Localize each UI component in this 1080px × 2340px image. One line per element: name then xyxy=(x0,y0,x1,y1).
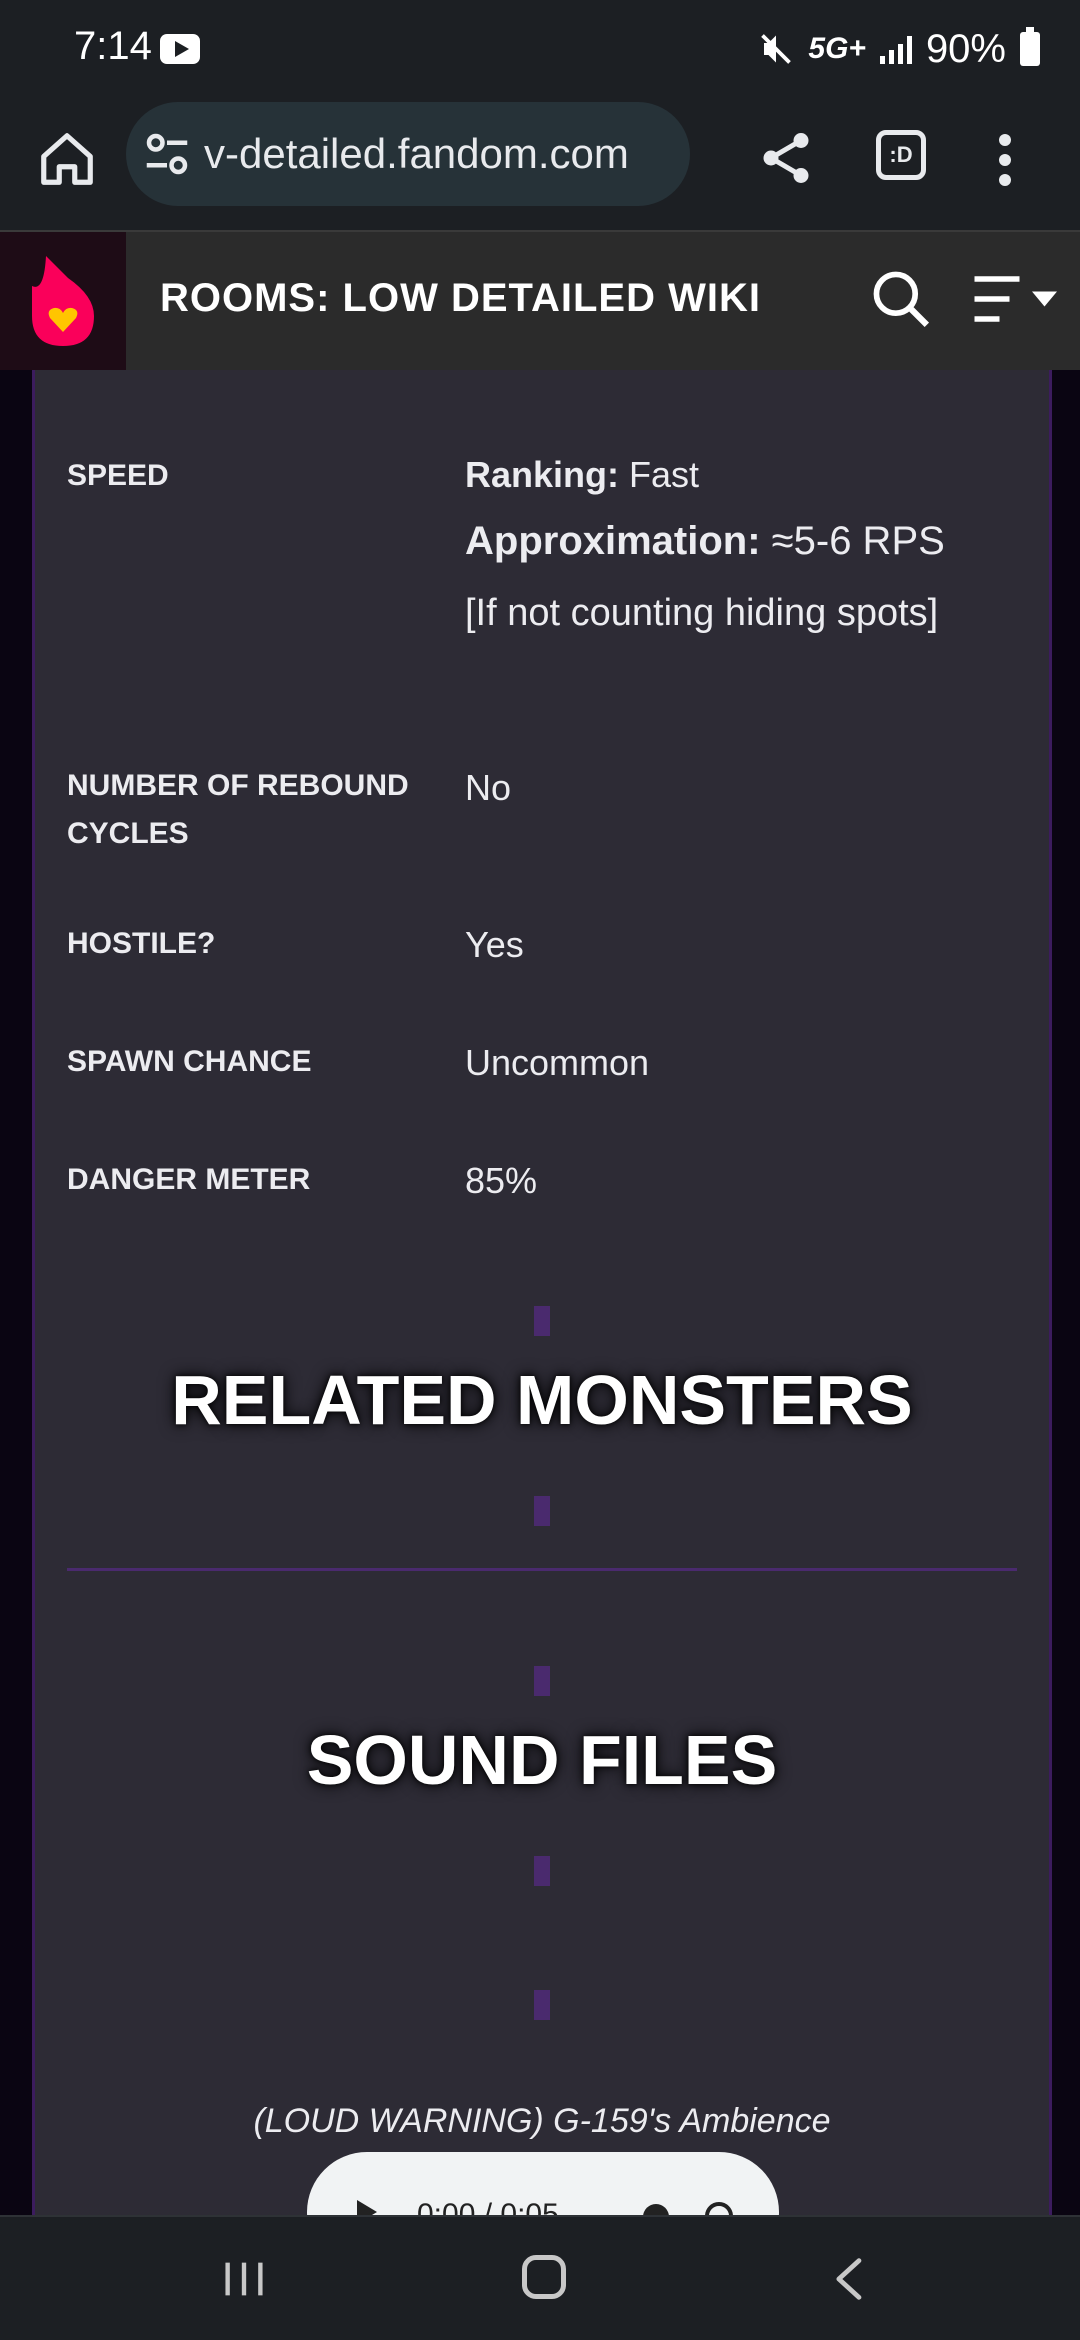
volume-icon[interactable] xyxy=(705,2202,733,2215)
network-type: 5G+ xyxy=(808,32,866,65)
spawn-chance-label: SPAWN CHANCE xyxy=(67,1045,312,1078)
section-decoration xyxy=(534,1990,550,2020)
system-nav-bar xyxy=(0,2215,1080,2340)
wiki-menu-icon[interactable] xyxy=(972,274,1062,324)
section-decoration xyxy=(534,1856,550,1886)
mute-icon xyxy=(761,34,792,64)
rebound-cycles-value: No xyxy=(465,767,512,808)
approximation-label: Approximation: xyxy=(465,519,761,563)
hostile-value: Yes xyxy=(465,924,524,965)
speed-note: [If not counting hiding spots] xyxy=(465,592,939,634)
rebound-cycles-label-line2: CYCLES xyxy=(67,817,189,850)
fandom-logo-link[interactable] xyxy=(0,232,126,370)
audio-progress-thumb[interactable] xyxy=(643,2204,669,2215)
section-decoration xyxy=(534,1666,550,1696)
play-icon[interactable] xyxy=(357,2200,377,2215)
browser-toolbar: v-detailed.fandom.com :D xyxy=(0,100,1080,230)
danger-meter-label: DANGER METER xyxy=(67,1163,311,1196)
sound-files-heading: SOUND FILES xyxy=(306,1721,778,1799)
home-nav-icon[interactable] xyxy=(522,2255,566,2299)
wiki-header: ROOMS: LOW DETAILED WIKI xyxy=(0,230,1080,370)
status-time: 7:14 xyxy=(74,24,152,68)
site-settings-icon[interactable] xyxy=(140,127,194,181)
status-icons: 5G+ 90% xyxy=(758,24,1040,74)
approximation-value: ≈5-6 RPS xyxy=(771,519,945,563)
audio-time: 0:00 / 0:05 xyxy=(417,2198,559,2215)
share-icon[interactable] xyxy=(756,128,816,188)
ranking-label: Ranking: xyxy=(465,454,620,495)
search-icon[interactable] xyxy=(870,268,932,330)
fandom-logo-icon xyxy=(32,256,94,346)
url-bar[interactable]: v-detailed.fandom.com xyxy=(126,102,690,206)
article-content: ' SPEED Ranking: Fast Approximation: ≈5-… xyxy=(32,370,1052,2215)
cut-off-text: ' xyxy=(485,370,493,385)
section-divider xyxy=(67,1568,1017,1571)
speed-label: SPEED xyxy=(67,459,169,492)
section-decoration xyxy=(534,1306,550,1336)
more-options-icon[interactable] xyxy=(990,130,1020,190)
audio-player[interactable]: 0:00 / 0:05 xyxy=(307,2152,779,2215)
battery-icon xyxy=(1020,27,1040,66)
rebound-cycles-label: NUMBER OF REBOUND CYCLES xyxy=(67,762,409,858)
speed-value: Ranking: Fast Approximation: ≈5-6 RPS [I… xyxy=(465,442,945,646)
tabs-button[interactable]: :D xyxy=(876,130,926,180)
spawn-chance-value: Uncommon xyxy=(465,1042,650,1083)
status-bar: 7:14 5G+ 90% xyxy=(0,0,1080,100)
section-decoration xyxy=(534,1496,550,1526)
signal-icon xyxy=(879,34,912,64)
battery-percent: 90% xyxy=(925,26,1006,71)
ranking-value: Fast xyxy=(629,454,700,495)
danger-meter-value: 85% xyxy=(465,1160,538,1201)
rebound-cycles-label-line1: NUMBER OF REBOUND xyxy=(67,769,409,802)
audio-caption: (LOUD WARNING) G-159's Ambience xyxy=(253,2102,831,2140)
recent-apps-icon[interactable] xyxy=(222,2259,266,2299)
wiki-title[interactable]: ROOMS: LOW DETAILED WIKI xyxy=(160,276,761,321)
related-monsters-heading: RELATED MONSTERS xyxy=(171,1361,913,1439)
back-icon[interactable] xyxy=(830,2257,866,2301)
url-text[interactable]: v-detailed.fandom.com xyxy=(204,130,629,178)
home-icon[interactable] xyxy=(36,128,98,190)
hostile-label: HOSTILE? xyxy=(67,927,216,960)
youtube-play-icon xyxy=(160,34,200,64)
